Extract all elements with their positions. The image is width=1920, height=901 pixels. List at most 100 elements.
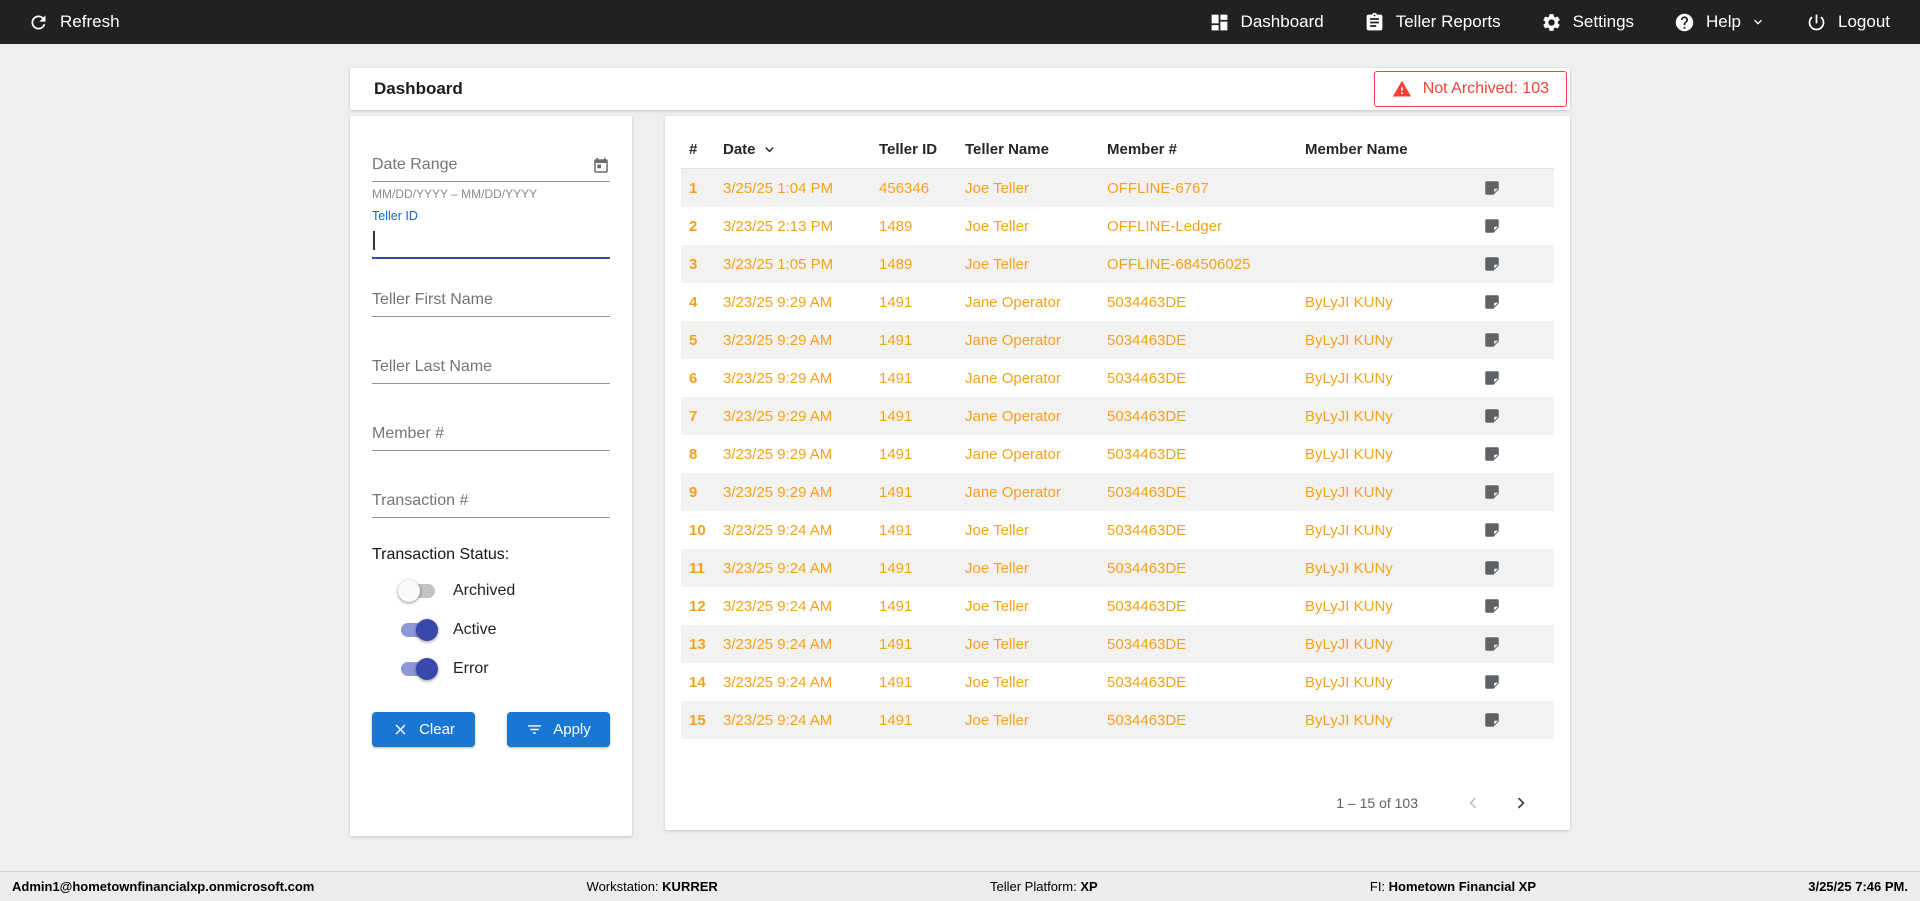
row-member-name: ByLyJI KUNy (1305, 331, 1393, 349)
note-icon[interactable] (1483, 369, 1501, 387)
previous-page-button[interactable] (1458, 788, 1488, 818)
row-date: 3/23/25 9:29 AM (723, 483, 833, 501)
note-icon[interactable] (1483, 673, 1501, 691)
note-icon[interactable] (1483, 407, 1501, 425)
row-member-name: ByLyJI KUNy (1305, 445, 1393, 463)
row-note-cell (1483, 521, 1546, 539)
teller-id-input[interactable] (372, 223, 610, 259)
not-archived-label: Not Archived: 103 (1422, 80, 1549, 97)
apply-button-label: Apply (553, 721, 591, 738)
logged-in-user: Admin1@hometownfinancialxp.onmicrosoft.c… (12, 879, 315, 894)
note-icon[interactable] (1483, 559, 1501, 577)
note-icon[interactable] (1483, 711, 1501, 729)
note-icon[interactable] (1483, 483, 1501, 501)
table-row[interactable]: 3 3/23/25 1:05 PM 1489 Joe Teller OFFLIN… (681, 245, 1554, 283)
row-date: 3/25/25 1:04 PM (723, 179, 834, 197)
row-note-cell (1483, 483, 1546, 501)
archived-toggle[interactable] (398, 580, 438, 602)
pagination-bar: 1 – 15 of 103 (681, 785, 1554, 821)
top-navigation-bar: Refresh Dashboard Teller Reports Setting… (0, 0, 1920, 44)
table-row[interactable]: 6 3/23/25 9:29 AM 1491 Jane Operator 503… (681, 359, 1554, 397)
page-title: Dashboard (374, 79, 463, 98)
table-row[interactable]: 15 3/23/25 9:24 AM 1491 Joe Teller 50344… (681, 701, 1554, 739)
teller-first-name-input[interactable] (372, 283, 610, 317)
nav-settings[interactable]: Settings (1541, 12, 1634, 33)
clear-button-label: Clear (419, 721, 455, 738)
chevron-left-icon (1469, 797, 1477, 809)
refresh-label: Refresh (60, 12, 120, 31)
row-note-cell (1483, 673, 1546, 691)
row-teller-name: Jane Operator (965, 331, 1061, 349)
row-number: 13 (689, 635, 706, 653)
column-header-date[interactable]: Date (723, 141, 879, 158)
apply-button[interactable]: Apply (507, 712, 610, 747)
nav-logout-label: Logout (1838, 12, 1890, 31)
row-teller-id: 1491 (879, 597, 913, 615)
row-note-cell (1483, 255, 1546, 273)
refresh-button[interactable]: Refresh (28, 12, 120, 33)
table-row[interactable]: 14 3/23/25 9:24 AM 1491 Joe Teller 50344… (681, 663, 1554, 701)
transaction-status-label: Transaction Status: (372, 546, 510, 563)
column-header-member-number[interactable]: Member # (1107, 141, 1305, 158)
refresh-icon (31, 14, 46, 29)
note-icon[interactable] (1483, 521, 1501, 539)
note-icon[interactable] (1483, 597, 1501, 615)
row-member-number: 5034463DE (1107, 521, 1187, 539)
next-page-button[interactable] (1506, 788, 1536, 818)
row-teller-name: Joe Teller (965, 635, 1029, 653)
row-note-cell (1483, 635, 1546, 653)
nav-teller-reports[interactable]: Teller Reports (1364, 12, 1501, 33)
table-row[interactable]: 5 3/23/25 9:29 AM 1491 Jane Operator 503… (681, 321, 1554, 359)
row-date: 3/23/25 9:29 AM (723, 369, 833, 387)
note-icon[interactable] (1483, 635, 1501, 653)
nav-help-label: Help (1706, 12, 1741, 31)
member-number-input[interactable] (372, 417, 610, 451)
column-header-number[interactable]: # (689, 141, 723, 158)
teller-last-name-input[interactable] (372, 350, 610, 384)
row-number: 15 (689, 711, 706, 729)
transaction-number-input[interactable] (372, 484, 610, 518)
active-toggle[interactable] (398, 619, 438, 641)
not-archived-badge[interactable]: Not Archived: 103 (1373, 71, 1567, 107)
column-header-teller-name[interactable]: Teller Name (965, 141, 1107, 158)
row-teller-id: 1491 (879, 407, 913, 425)
row-teller-name: Joe Teller (965, 597, 1029, 615)
note-icon[interactable] (1483, 293, 1501, 311)
table-row[interactable]: 4 3/23/25 9:29 AM 1491 Jane Operator 503… (681, 283, 1554, 321)
nav-help[interactable]: Help (1674, 12, 1766, 33)
table-row[interactable]: 8 3/23/25 9:29 AM 1491 Jane Operator 503… (681, 435, 1554, 473)
note-icon[interactable] (1483, 179, 1501, 197)
row-member-number: 5034463DE (1107, 711, 1187, 729)
column-header-teller-id[interactable]: Teller ID (879, 141, 965, 158)
row-member-number: 5034463DE (1107, 445, 1187, 463)
clear-button[interactable]: Clear (372, 712, 475, 747)
table-row[interactable]: 13 3/23/25 9:24 AM 1491 Joe Teller 50344… (681, 625, 1554, 663)
column-header-member-name[interactable]: Member Name (1305, 141, 1483, 158)
table-row[interactable]: 7 3/23/25 9:29 AM 1491 Jane Operator 503… (681, 397, 1554, 435)
note-icon[interactable] (1483, 217, 1501, 235)
note-icon[interactable] (1483, 331, 1501, 349)
table-row[interactable]: 1 3/25/25 1:04 PM 456346 Joe Teller OFFL… (681, 169, 1554, 207)
nav-logout[interactable]: Logout (1806, 12, 1890, 33)
financial-institution-info: FI: Hometown Financial XP (1369, 879, 1537, 894)
row-teller-name: Jane Operator (965, 369, 1061, 387)
error-toggle-row: Error (372, 657, 610, 681)
calendar-button[interactable] (592, 157, 610, 175)
error-toggle[interactable] (398, 658, 438, 680)
table-row[interactable]: 10 3/23/25 9:24 AM 1491 Joe Teller 50344… (681, 511, 1554, 549)
nav-dashboard[interactable]: Dashboard (1209, 12, 1324, 33)
row-teller-name: Joe Teller (965, 711, 1029, 729)
table-row[interactable]: 9 3/23/25 9:29 AM 1491 Jane Operator 503… (681, 473, 1554, 511)
page-body: Dashboard Not Archived: 103 MM/DD/YYYY –… (0, 44, 1920, 871)
table-row[interactable]: 12 3/23/25 9:24 AM 1491 Joe Teller 50344… (681, 587, 1554, 625)
row-teller-id: 1491 (879, 293, 913, 311)
note-icon[interactable] (1483, 255, 1501, 273)
note-icon[interactable] (1483, 445, 1501, 463)
table-row[interactable]: 2 3/23/25 2:13 PM 1489 Joe Teller OFFLIN… (681, 207, 1554, 245)
page-header: Dashboard Not Archived: 103 (350, 68, 1570, 110)
date-range-input[interactable] (372, 148, 610, 182)
table-row[interactable]: 11 3/23/25 9:24 AM 1491 Joe Teller 50344… (681, 549, 1554, 587)
row-date: 3/23/25 9:29 AM (723, 331, 833, 349)
row-member-name: ByLyJI KUNy (1305, 369, 1393, 387)
chevron-down-icon (1754, 19, 1762, 25)
